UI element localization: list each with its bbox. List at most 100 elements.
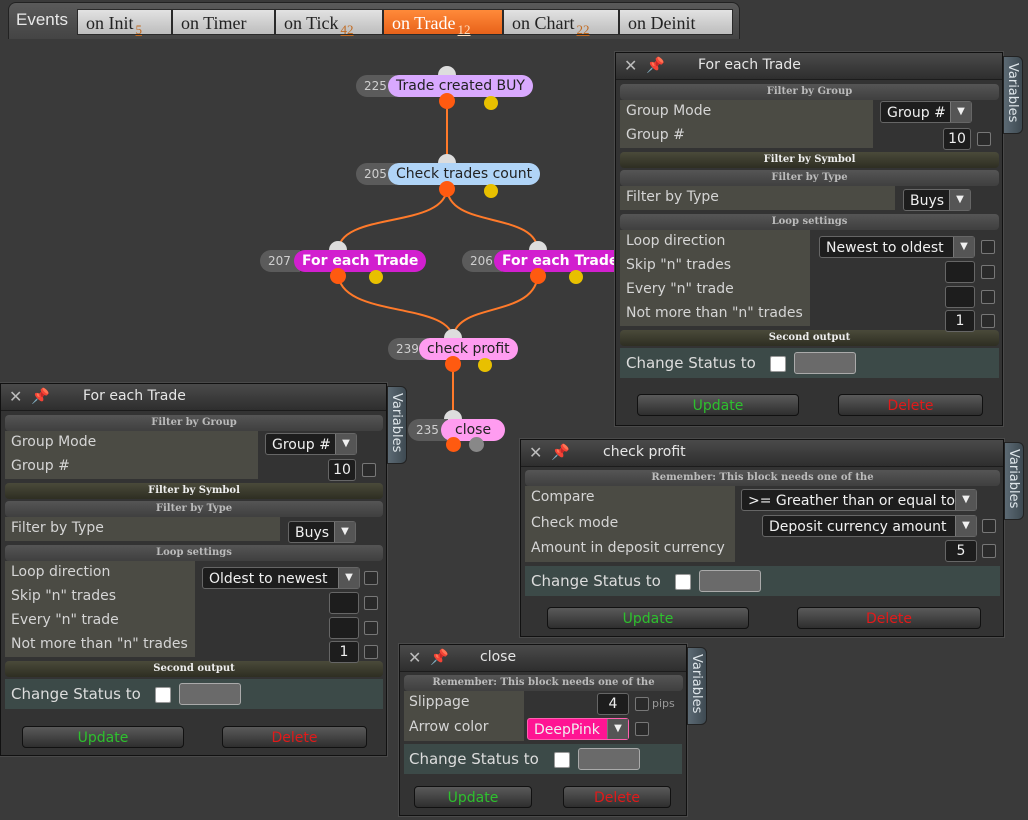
group-num-input[interactable]: 10 [328, 459, 356, 481]
update-button[interactable]: Update [547, 607, 749, 629]
every-input[interactable] [329, 617, 359, 639]
check-mode-checkbox[interactable] [982, 519, 996, 533]
node-output-dot[interactable] [445, 356, 461, 372]
close-icon[interactable]: ✕ [9, 387, 22, 406]
change-status-checkbox[interactable] [554, 752, 570, 768]
skip-checkbox[interactable] [981, 265, 995, 279]
variables-tab[interactable]: Variables [1003, 56, 1023, 134]
change-status-checkbox[interactable] [675, 574, 691, 590]
group-num-input[interactable]: 10 [943, 128, 971, 150]
node-output-dot[interactable] [530, 268, 546, 284]
loop-direction-checkbox[interactable] [364, 571, 378, 585]
change-status-label: Change Status to [531, 572, 661, 590]
pin-icon[interactable]: 📌 [430, 648, 449, 666]
node-label: For each Trade [294, 250, 427, 272]
loop-direction-value: Oldest to newest [209, 571, 328, 587]
loop-direction-select[interactable]: Newest to oldest ▼ [819, 236, 975, 258]
change-status-label: Change Status to [11, 685, 141, 703]
arrow-color-checkbox[interactable] [635, 722, 649, 736]
variables-tab[interactable]: Variables [387, 386, 407, 464]
panel-header[interactable]: ✕ 📌 For each Trade [1, 384, 386, 411]
check-mode-label: Check mode [531, 515, 619, 531]
node-output-dot[interactable] [330, 268, 346, 284]
status-color-box[interactable] [578, 748, 640, 770]
check-profit-labels: Compare Check mode Amount in deposit cur… [525, 486, 735, 562]
change-status-checkbox[interactable] [770, 356, 786, 372]
node-output-dot[interactable] [569, 270, 583, 284]
not-more-row: Not more than "n" trades [620, 302, 810, 326]
panel-header[interactable]: ✕ 📌 For each Trade [616, 53, 1002, 80]
group-num-row: Group # [5, 455, 258, 479]
close-icon[interactable]: ✕ [408, 648, 421, 667]
variables-tab[interactable]: Variables [687, 647, 707, 725]
node-label: Trade created BUY [388, 75, 533, 97]
status-color-box[interactable] [699, 570, 761, 592]
panel-title: For each Trade [698, 57, 801, 73]
amount-input[interactable]: 5 [945, 540, 977, 562]
panel-header[interactable]: ✕ 📌 close [400, 645, 686, 672]
loop-settings-labels: Loop direction Skip "n" trades Every "n"… [620, 230, 810, 326]
update-button[interactable]: Update [637, 394, 799, 416]
filter-type-label: Filter by Type [626, 189, 719, 205]
every-input[interactable] [945, 286, 975, 308]
loop-direction-select[interactable]: Oldest to newest ▼ [202, 567, 360, 589]
slippage-input[interactable]: 4 [597, 693, 629, 715]
chevron-down-icon: ▼ [955, 516, 976, 536]
skip-checkbox[interactable] [364, 596, 378, 610]
group-num-checkbox[interactable] [977, 132, 991, 146]
delete-button[interactable]: Delete [838, 394, 983, 416]
check-mode-select[interactable]: Deposit currency amount ▼ [762, 515, 977, 537]
chevron-down-icon: ▼ [334, 522, 355, 542]
update-button[interactable]: Update [414, 786, 532, 808]
amount-row: Amount in deposit currency [525, 537, 735, 562]
section-second-output: Second output [620, 330, 999, 346]
slippage-checkbox[interactable] [635, 697, 649, 711]
pin-icon[interactable]: 📌 [646, 56, 665, 74]
node-output-dot[interactable] [469, 437, 484, 452]
delete-button[interactable]: Delete [563, 786, 671, 808]
node-output-dot[interactable] [446, 437, 461, 452]
group-mode-row: Group Mode [5, 431, 258, 455]
group-mode-select[interactable]: Group # ▼ [265, 433, 357, 455]
every-checkbox[interactable] [981, 290, 995, 304]
filter-type-select[interactable]: Buys ▼ [288, 521, 356, 543]
not-more-input[interactable]: 1 [945, 310, 975, 332]
amount-checkbox[interactable] [982, 544, 996, 558]
skip-row: Skip "n" trades [620, 254, 810, 278]
delete-button[interactable]: Delete [222, 726, 367, 748]
change-status-checkbox[interactable] [155, 687, 171, 703]
status-color-box[interactable] [179, 683, 241, 705]
not-more-checkbox[interactable] [364, 645, 378, 659]
not-more-checkbox[interactable] [981, 314, 995, 328]
group-mode-select[interactable]: Group # ▼ [880, 101, 972, 123]
skip-input[interactable] [329, 592, 359, 614]
node-label: check profit [419, 338, 518, 360]
node-output-dot[interactable] [439, 93, 455, 109]
panel-title: close [480, 649, 517, 665]
compare-select[interactable]: >= Greather than or equal to ▼ [741, 489, 977, 511]
variables-tab[interactable]: Variables [1004, 442, 1024, 520]
compare-row: Compare [525, 486, 735, 512]
group-num-checkbox[interactable] [362, 463, 376, 477]
update-button[interactable]: Update [22, 726, 184, 748]
panel-header[interactable]: ✕ 📌 check profit [521, 440, 1003, 467]
node-output-dot[interactable] [484, 184, 498, 198]
skip-input[interactable] [945, 261, 975, 283]
panel-for-each-trade-left: ✕ 📌 For each Trade Filter by Group Group… [0, 383, 387, 756]
pin-icon[interactable]: 📌 [551, 443, 570, 461]
node-output-dot[interactable] [478, 358, 492, 372]
not-more-input[interactable]: 1 [329, 641, 359, 663]
pin-icon[interactable]: 📌 [31, 387, 50, 405]
arrow-color-select[interactable]: DeepPink ▼ [527, 718, 629, 740]
status-color-box[interactable] [794, 352, 856, 374]
node-output-dot[interactable] [439, 181, 455, 197]
every-checkbox[interactable] [364, 621, 378, 635]
close-icon[interactable]: ✕ [624, 56, 637, 75]
node-output-dot[interactable] [484, 96, 498, 110]
node-output-dot[interactable] [369, 270, 383, 284]
loop-direction-checkbox[interactable] [981, 240, 995, 254]
filter-type-select[interactable]: Buys ▼ [903, 189, 971, 211]
change-status-bar: Change Status to [525, 566, 1000, 596]
delete-button[interactable]: Delete [797, 607, 981, 629]
close-icon[interactable]: ✕ [529, 443, 542, 462]
